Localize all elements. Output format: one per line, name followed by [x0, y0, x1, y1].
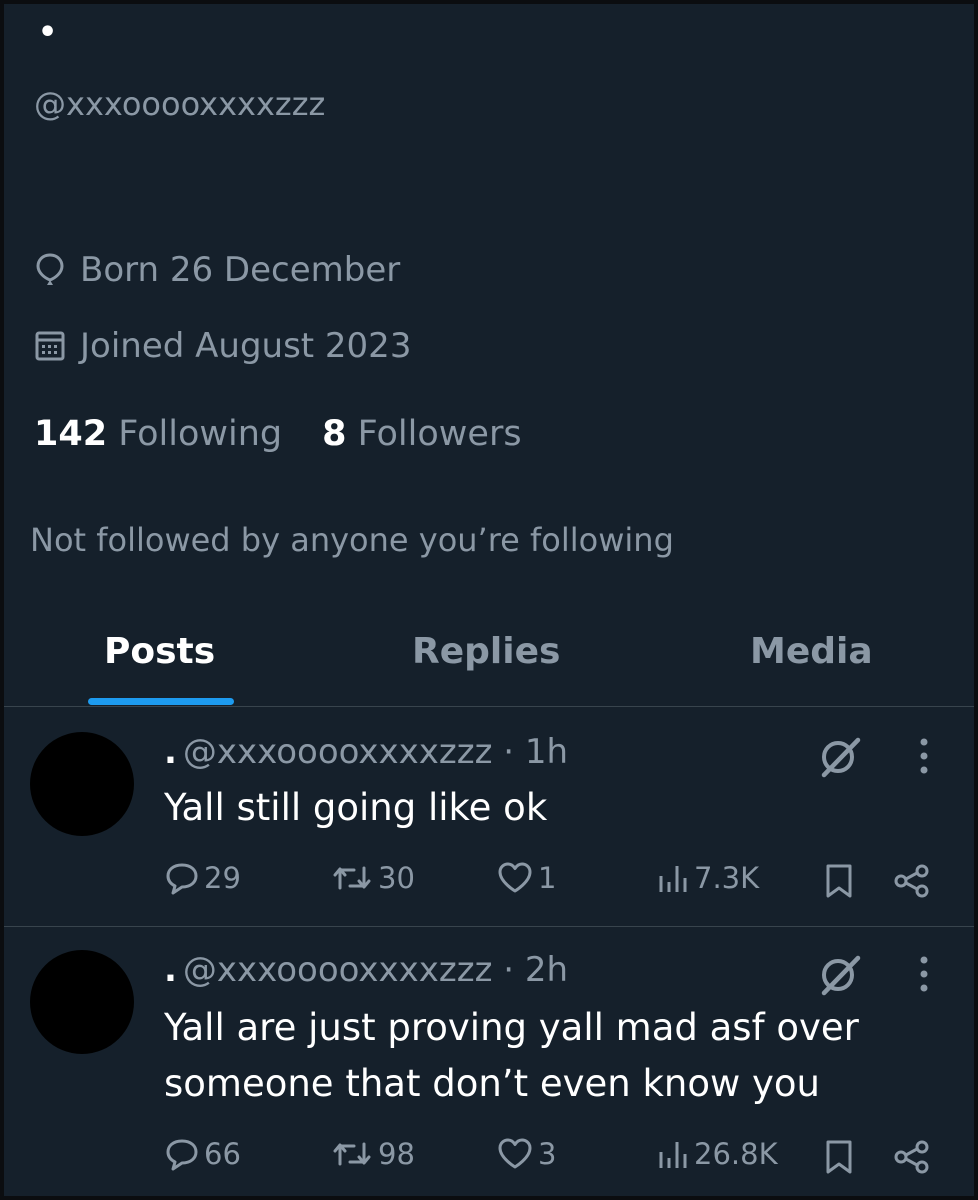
like-button[interactable]: 1	[496, 860, 556, 896]
followers-label: Followers	[357, 414, 522, 454]
repost-icon	[330, 860, 374, 896]
repost-button[interactable]: 98	[330, 1136, 415, 1172]
views-icon	[656, 1136, 690, 1172]
active-tab-indicator	[88, 698, 234, 705]
more-vertical-icon[interactable]	[910, 952, 938, 1000]
like-button[interactable]: 3	[496, 1136, 556, 1172]
bookmark-icon[interactable]	[822, 1138, 856, 1180]
calendar-icon	[34, 329, 66, 363]
post-author-name[interactable]: .	[164, 950, 177, 990]
grok-icon[interactable]	[816, 950, 864, 1002]
share-icon[interactable]	[892, 862, 932, 904]
post-header: . @xxxooooxxxxzzz · 2h	[164, 948, 568, 992]
reply-count: 29	[204, 861, 241, 895]
more-vertical-icon[interactable]	[910, 734, 938, 782]
avatar[interactable]	[30, 732, 134, 836]
repost-button[interactable]: 30	[330, 860, 415, 896]
avatar[interactable]	[30, 950, 134, 1054]
heart-icon	[496, 1136, 534, 1172]
reply-icon	[164, 860, 200, 896]
views-count: 7.3K	[694, 861, 760, 895]
tab-media[interactable]: Media	[750, 626, 873, 678]
views-button[interactable]: 7.3K	[656, 860, 759, 896]
post-text: Yall still going like ok	[164, 786, 548, 829]
bookmark-icon[interactable]	[822, 862, 856, 904]
post-author-handle[interactable]: @xxxooooxxxxzzz	[183, 950, 493, 990]
post-text: Yall are just proving yall mad asf over …	[164, 1006, 859, 1105]
not-followed-notice: Not followed by anyone you’re following	[30, 521, 674, 559]
post-time[interactable]: · 1h	[503, 732, 568, 772]
reply-button[interactable]: 66	[164, 1136, 241, 1172]
views-count: 26.8K	[694, 1137, 778, 1171]
balloon-icon	[34, 252, 66, 288]
heart-icon	[496, 860, 534, 896]
repost-count: 98	[378, 1137, 415, 1171]
post-divider	[4, 926, 974, 927]
repost-icon	[330, 1136, 374, 1172]
following-link[interactable]: 142 Following	[34, 414, 282, 454]
reply-count: 66	[204, 1137, 241, 1171]
reply-icon	[164, 1136, 200, 1172]
birthday-row: Born 26 December	[34, 248, 400, 292]
tab-posts[interactable]: Posts	[104, 626, 215, 678]
share-icon[interactable]	[892, 1138, 932, 1180]
post-author-handle[interactable]: @xxxooooxxxxzzz	[183, 732, 493, 772]
profile-screen: • @xxxooooxxxxzzz Born 26 December Joine…	[4, 4, 974, 1196]
repost-count: 30	[378, 861, 415, 895]
following-count: 142	[34, 414, 108, 454]
tabs-divider	[4, 706, 974, 707]
joined-text: Joined August 2023	[80, 326, 412, 366]
reply-button[interactable]: 29	[164, 860, 241, 896]
following-label: Following	[118, 414, 283, 454]
views-button[interactable]: 26.8K	[656, 1136, 778, 1172]
like-count: 1	[538, 861, 557, 895]
birthday-text: Born 26 December	[80, 250, 401, 290]
like-count: 3	[538, 1137, 557, 1171]
display-name: •	[38, 15, 58, 50]
follow-counts: 142 Following 8 Followers	[34, 410, 522, 458]
joined-row: Joined August 2023	[34, 324, 411, 368]
post-header: . @xxxooooxxxxzzz · 1h	[164, 730, 568, 774]
followers-count: 8	[322, 414, 347, 454]
post-author-name[interactable]: .	[164, 732, 177, 772]
followers-link[interactable]: 8 Followers	[322, 414, 521, 454]
grok-icon[interactable]	[816, 732, 864, 784]
post-time[interactable]: · 2h	[503, 950, 568, 990]
views-icon	[656, 860, 690, 896]
profile-handle: @xxxooooxxxxzzz	[34, 85, 326, 123]
tab-replies[interactable]: Replies	[412, 626, 560, 678]
